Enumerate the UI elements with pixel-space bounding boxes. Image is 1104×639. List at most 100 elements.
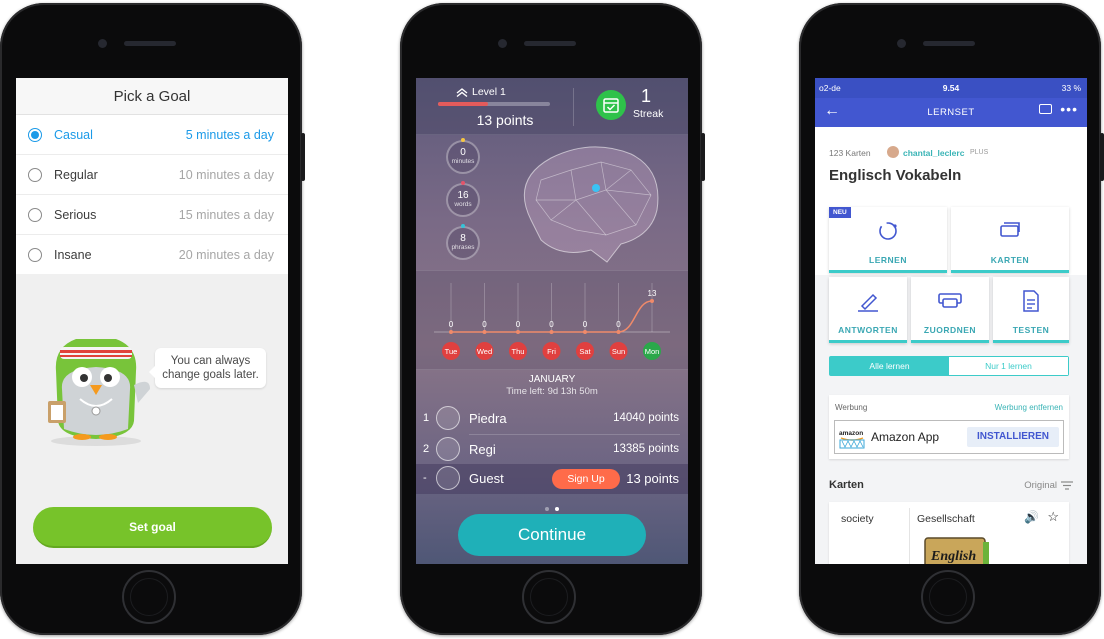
goal-option-serious[interactable]: Serious 15 minutes a day: [16, 195, 288, 235]
more-options-icon[interactable]: •••: [1060, 101, 1078, 117]
leaderboard-time-left: Time left: 9d 13h 50m: [506, 386, 598, 397]
goal-list: Casual 5 minutes a day Regular 10 minute…: [16, 115, 288, 274]
leaderboard-month: JANUARY: [528, 374, 576, 385]
filter-icon[interactable]: [1061, 481, 1073, 490]
phone-frame-2: Level 1 13 points 1 Streak 0 minutes 16 …: [400, 3, 705, 635]
stat-phrases: 8 phrases: [446, 224, 480, 260]
radio-icon[interactable]: [28, 167, 42, 182]
amazon-logo-icon: amazon: [839, 430, 865, 449]
chart-point: [516, 330, 520, 334]
radio-icon[interactable]: [28, 247, 42, 262]
duolingo-goal-screen: Pick a Goal Casual 5 minutes a day Regul…: [16, 78, 288, 564]
home-button[interactable]: [921, 570, 975, 624]
goal-name: Serious: [54, 207, 97, 222]
goal-minutes: 5 minutes a day: [185, 127, 274, 142]
stat-label: phrases: [451, 244, 475, 251]
mode-lernen[interactable]: NEU LERNEN: [829, 207, 947, 273]
goal-option-insane[interactable]: Insane 20 minutes a day: [16, 235, 288, 274]
phone-frame-1: Pick a Goal Casual 5 minutes a day Regul…: [0, 3, 305, 635]
battery-level: 33 %: [1061, 83, 1081, 93]
toggle-all[interactable]: Alle lernen: [830, 357, 949, 375]
status-bar: o2-de 9.54 33 %: [815, 78, 1087, 98]
rank: 2: [423, 443, 430, 455]
side-button: [701, 133, 705, 181]
username-link[interactable]: chantal_leclerc: [903, 148, 964, 158]
goal-name: Casual: [54, 127, 93, 142]
stat-dot: [461, 181, 465, 185]
mode-testen[interactable]: TESTEN: [993, 277, 1069, 343]
toggle-one[interactable]: Nur 1 lernen: [949, 357, 1068, 375]
chart-point: [650, 299, 654, 303]
home-button[interactable]: [522, 570, 576, 624]
mode-karten[interactable]: KARTEN: [951, 207, 1069, 273]
chart-point: [549, 330, 554, 334]
radio-icon[interactable]: [28, 207, 42, 222]
progress-header: Level 1 13 points 1 Streak: [416, 78, 688, 135]
ad-banner: Werbung Werbung entfernen amazon Amazon …: [829, 395, 1069, 459]
leaderboard-row-guest[interactable]: - Guest Sign Up 13 points: [416, 464, 688, 494]
install-button[interactable]: INSTALLIEREN: [967, 427, 1059, 447]
plus-badge: PLUS: [970, 149, 989, 156]
speech-bubble: You can always change goals later.: [149, 348, 266, 388]
player-name: Regi: [469, 442, 496, 457]
cards-heading: Karten: [829, 479, 864, 491]
player-points: 13 points: [626, 471, 679, 486]
card-book-image: English: [924, 537, 989, 564]
stat-words: 16 words: [446, 181, 480, 217]
speaker-icon[interactable]: 🔊: [1024, 510, 1039, 524]
leaderboard-row[interactable]: 1 Piedra 14040 points: [416, 404, 688, 434]
mode-label: KARTEN: [990, 255, 1030, 265]
rank: -: [423, 472, 427, 484]
home-button[interactable]: [122, 570, 176, 624]
goal-option-casual[interactable]: Casual 5 minutes a day: [16, 115, 288, 155]
page-dot[interactable]: [545, 507, 549, 511]
flashcard-item[interactable]: society Gesellschaft 🔊 ☆ English: [829, 502, 1069, 564]
add-folder-icon[interactable]: [1039, 104, 1052, 114]
goal-option-regular[interactable]: Regular 10 minutes a day: [16, 155, 288, 195]
stat-minutes: 0 minutes: [446, 138, 480, 174]
match-icon: [938, 293, 962, 308]
ad-box[interactable]: amazon Amazon App INSTALLIEREN: [834, 420, 1064, 454]
sign-up-button[interactable]: Sign Up: [552, 469, 620, 489]
set-goal-button[interactable]: Set goal: [33, 507, 272, 548]
stat-label: words: [454, 201, 472, 208]
mode-antworten[interactable]: ANTWORTEN: [829, 277, 907, 343]
player-points: 14040 points: [613, 412, 679, 424]
card-count: 123 Karten: [829, 148, 871, 158]
pencil-write-icon: [858, 293, 878, 312]
svg-text:amazon: amazon: [839, 430, 863, 437]
remove-ads-link[interactable]: Werbung entfernen: [995, 403, 1063, 412]
side-button: [1100, 133, 1104, 181]
test-document-icon: [1023, 290, 1039, 312]
chart-point: [583, 330, 587, 334]
goal-name: Regular: [54, 167, 98, 182]
day-label: Wed: [477, 347, 492, 356]
streak-count: 1: [641, 86, 652, 106]
player-name: Piedra: [469, 411, 507, 426]
chart-data-label: 0: [449, 320, 454, 329]
mode-label: TESTEN: [1012, 325, 1050, 335]
page-dot-active[interactable]: [555, 507, 559, 511]
mode-zuordnen[interactable]: ZUORDNEN: [911, 277, 989, 343]
goal-minutes: 20 minutes a day: [178, 247, 274, 262]
front-camera: [897, 39, 906, 48]
level-label: Level 1: [472, 86, 506, 98]
goal-name: Insane: [54, 247, 92, 262]
mascot-area: You can always change goals later.: [16, 274, 288, 530]
nav-bar: ← LERNSET •••: [815, 98, 1087, 127]
star-icon[interactable]: ☆: [1047, 509, 1059, 525]
mode-label: ANTWORTEN: [838, 325, 898, 335]
radio-selected-icon[interactable]: [28, 127, 42, 142]
avatar-icon: [436, 437, 460, 461]
player-name: Guest: [469, 471, 504, 486]
earpiece-speaker: [124, 41, 176, 46]
sort-order-selector[interactable]: Original: [1024, 480, 1057, 491]
card-divider: [909, 508, 910, 564]
avatar[interactable]: [887, 146, 899, 158]
avatar-icon: [436, 466, 460, 490]
streak-label: Streak: [633, 108, 664, 120]
day-label: Fri: [547, 347, 556, 356]
leaderboard-row[interactable]: 2 Regi 13385 points: [416, 435, 688, 465]
flashcards-icon: [1000, 222, 1020, 237]
continue-button[interactable]: Continue: [458, 514, 646, 556]
